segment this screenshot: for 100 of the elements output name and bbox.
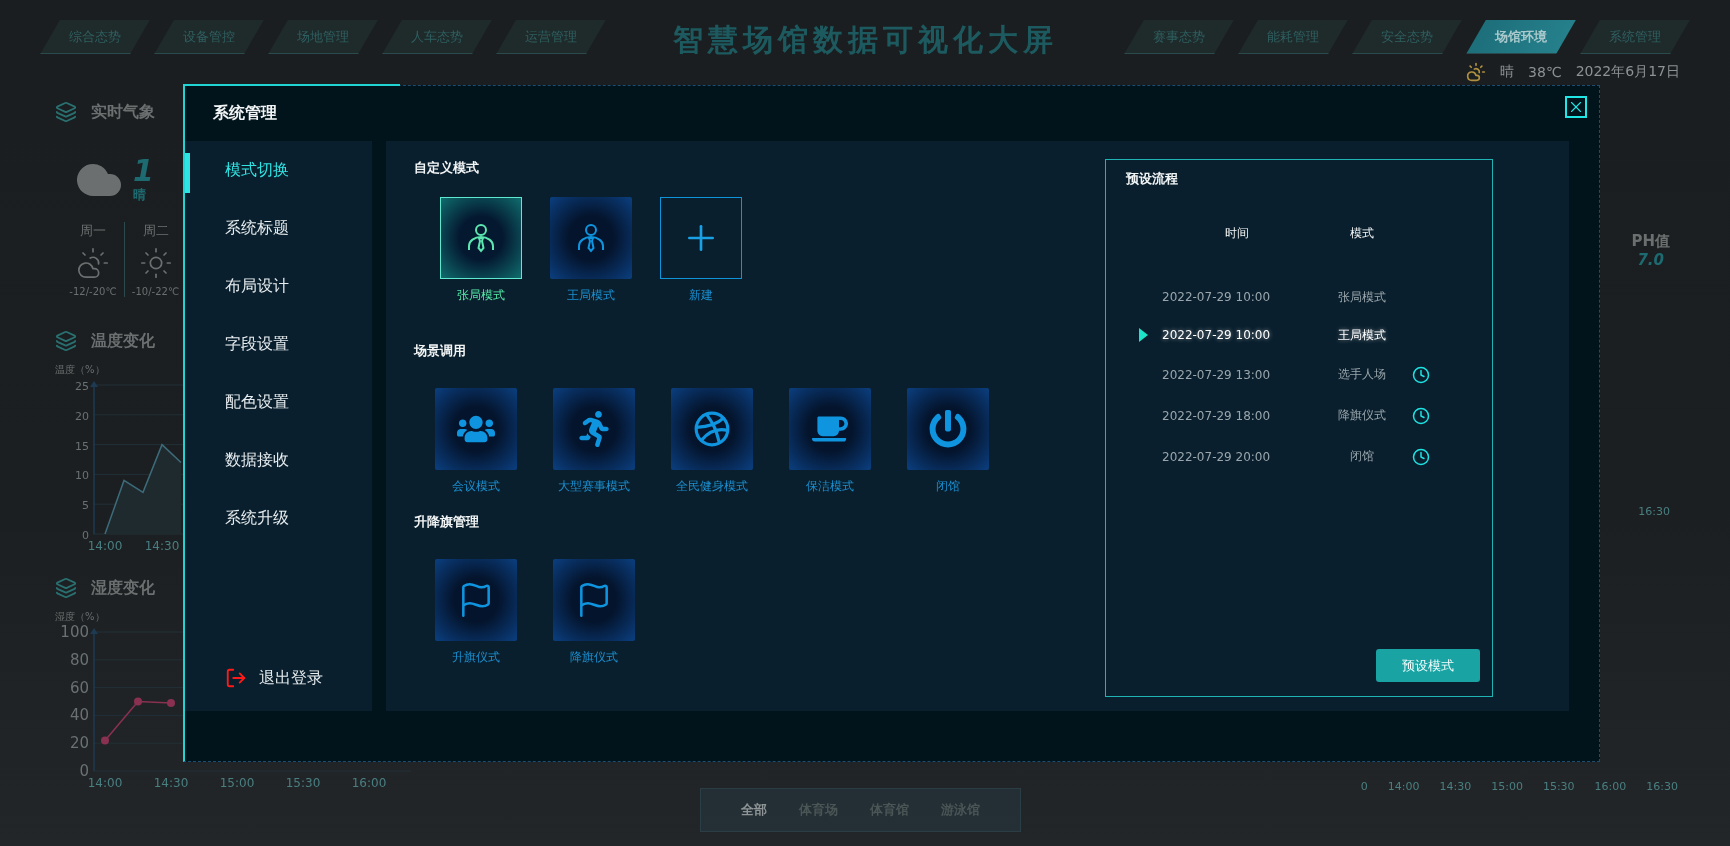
- x-tick-label: 14:00: [1387, 780, 1420, 793]
- ball-icon: [693, 410, 731, 448]
- person-with-tie-icon: [575, 222, 607, 254]
- time-cell-text: 2022-07-29 10:00: [1162, 290, 1272, 304]
- y-tick-label: 25: [75, 380, 89, 393]
- ph-label: PH值: [1631, 232, 1670, 251]
- sidebar-item[interactable]: 字段设置: [185, 330, 372, 388]
- tile-label: 全民健身模式: [676, 478, 748, 495]
- y-tick-label: 5: [82, 499, 89, 513]
- tile-label: 王局模式: [567, 287, 615, 304]
- power-icon: [929, 410, 967, 448]
- tile-label: 降旗仪式: [570, 649, 618, 666]
- cloud-sun-icon: [1466, 62, 1487, 82]
- y-tick-label: 0: [79, 762, 89, 780]
- section-title: 自定义模式: [414, 159, 480, 177]
- tile-label: 升旗仪式: [452, 649, 500, 666]
- logout-icon: [225, 667, 247, 689]
- x-tick-label: 15:30: [1542, 780, 1575, 793]
- nav-tab[interactable]: 场馆环境: [1466, 20, 1576, 54]
- forecast-range: -12/-20℃: [69, 286, 117, 297]
- y-tick-label: 40: [69, 706, 89, 725]
- mode-tile[interactable]: [440, 197, 522, 279]
- mode-cell-text: 降旗仪式: [1337, 407, 1387, 424]
- mode-cell-text: 张局模式: [1337, 288, 1387, 306]
- tile-label: 会议模式: [452, 478, 500, 495]
- logout-link[interactable]: 退出登录: [259, 667, 323, 689]
- mode-tile[interactable]: [435, 559, 517, 641]
- x-tick-label: 15:30: [285, 776, 321, 789]
- tile-label: 保洁模式: [806, 478, 854, 495]
- cloud-sun-icon: [76, 246, 110, 280]
- weather-temperature: 38℃: [1528, 64, 1562, 80]
- time-cell-text: 2022-07-29 10:00: [1162, 328, 1272, 342]
- x-tick-label: 16:00: [351, 776, 387, 789]
- clock-icon[interactable]: [1412, 406, 1430, 425]
- x-tick-label: 15:00: [219, 776, 255, 789]
- filter-tab[interactable]: 全部: [740, 801, 767, 819]
- x-tick-label: 16:30: [1638, 505, 1670, 518]
- axis-title: 温度（%）: [55, 363, 106, 377]
- tile-label: 新建: [689, 287, 713, 304]
- preset-mode-button[interactable]: 预设模式: [1376, 649, 1480, 682]
- sidebar-item[interactable]: 数据接收: [185, 446, 372, 504]
- x-tick-label: 14:00: [87, 539, 123, 552]
- data-point: [101, 736, 109, 745]
- dialog-title: 系统管理: [213, 103, 277, 124]
- layers-icon: [55, 577, 77, 599]
- time-cell-text: 2022-07-29 20:00: [1162, 449, 1272, 464]
- y-tick-label: 0: [1360, 780, 1368, 793]
- forecast-day: 周二: [142, 222, 169, 240]
- clock-icon[interactable]: [1412, 447, 1430, 466]
- sidebar-item[interactable]: 布局设计: [185, 272, 372, 330]
- x-tick-label: 14:30: [153, 776, 189, 789]
- x-tick-label: 14:30: [1439, 780, 1472, 793]
- y-tick-label: 15: [75, 439, 89, 453]
- column-header: 模式: [1349, 224, 1375, 242]
- panel-title: 实时气象: [91, 101, 155, 123]
- date-text: 2022年6月17日: [1575, 63, 1680, 81]
- current-temperature: 1: [133, 156, 154, 186]
- layers-icon: [55, 101, 77, 123]
- forecast-range: -10/-22℃: [131, 286, 180, 297]
- mode-tile[interactable]: [550, 197, 632, 279]
- section-title: 升降旗管理: [414, 513, 480, 531]
- axis-title: 湿度（%）: [55, 610, 106, 624]
- panel-title: 湿度变化: [91, 577, 155, 599]
- person-with-tie-icon: [465, 222, 497, 254]
- x-tick-label: 15:00: [1491, 780, 1523, 793]
- sidebar-item[interactable]: 配色设置: [185, 388, 372, 446]
- close-button[interactable]: [1565, 95, 1587, 118]
- sidebar-item[interactable]: 系统标题: [185, 214, 372, 272]
- layers-icon: [55, 330, 77, 352]
- time-cell-text: 2022-07-29 18:00: [1162, 408, 1272, 423]
- y-tick-label: 20: [75, 409, 89, 423]
- time-cell-text: 2022-07-29 13:00: [1162, 367, 1272, 382]
- sidebar-item[interactable]: 系统升级: [185, 504, 372, 562]
- tile-label: 闭馆: [936, 478, 960, 495]
- y-tick-label: 80: [69, 650, 89, 669]
- mode-tile[interactable]: [671, 388, 753, 470]
- data-point: [134, 697, 142, 706]
- x-tick-label: 16:30: [1646, 780, 1678, 793]
- panel-title: 温度变化: [91, 330, 155, 352]
- mode-tile[interactable]: [553, 559, 635, 641]
- column-header: 时间: [1224, 224, 1250, 242]
- dashboard-title: 智慧场馆数据可视化大屏: [671, 21, 1059, 59]
- mode-tile[interactable]: [553, 388, 635, 470]
- weather-description: 晴: [133, 186, 147, 204]
- mode-tile[interactable]: [660, 197, 742, 279]
- section-title: 场景调用: [414, 342, 467, 360]
- mode-cell-text: 闭馆: [1349, 448, 1375, 465]
- sidebar-item[interactable]: 模式切换: [185, 156, 372, 214]
- mode-cell-text: 选手人场: [1337, 366, 1387, 383]
- tile-label: 大型赛事模式: [558, 478, 630, 495]
- y-tick-label: 0: [82, 529, 89, 542]
- panel-title: 预设流程: [1125, 170, 1179, 188]
- x-tick-label: 14:00: [87, 776, 123, 789]
- mode-tile[interactable]: [907, 388, 989, 470]
- mode-tile[interactable]: [435, 388, 517, 470]
- data-point: [167, 698, 175, 707]
- ph-value: 7.0: [1637, 251, 1664, 269]
- mode-tile[interactable]: [789, 388, 871, 470]
- y-tick-label: 60: [69, 678, 89, 697]
- clock-icon[interactable]: [1412, 365, 1430, 384]
